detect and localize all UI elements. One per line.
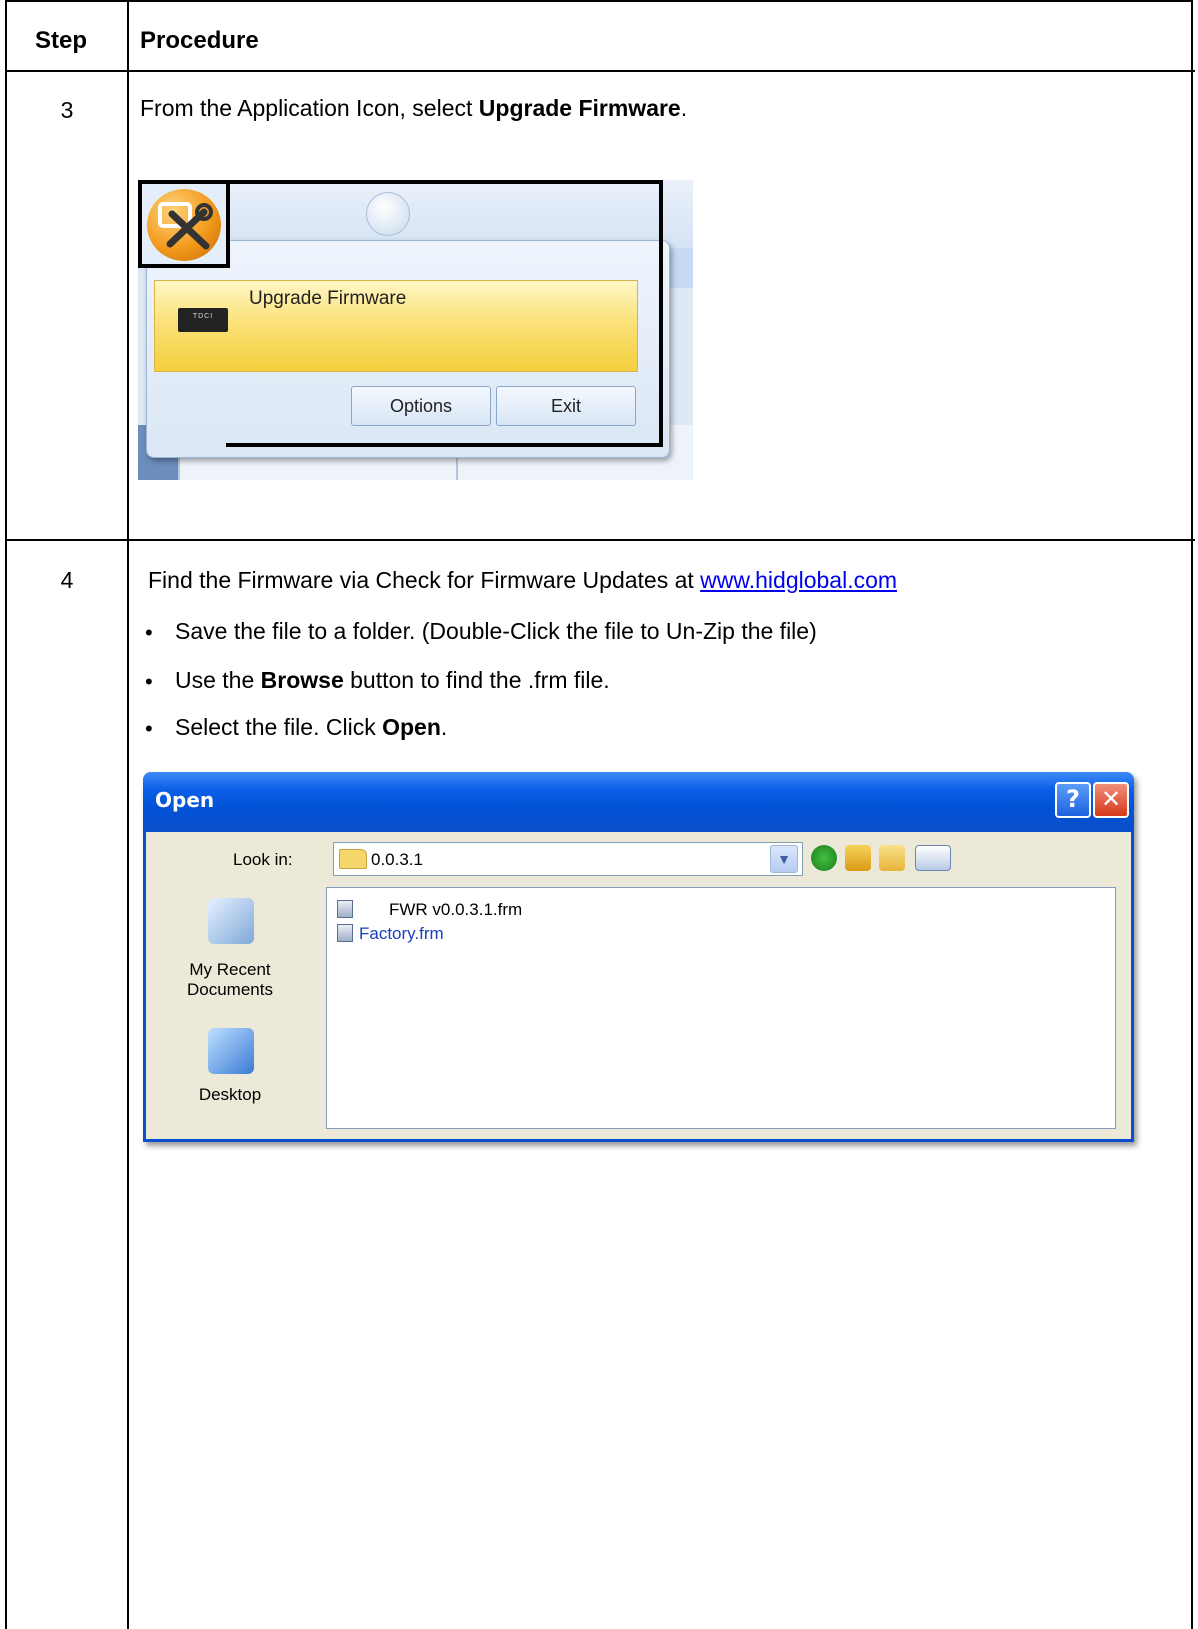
bullet-dot: • [145,716,153,741]
step4-bullet-3: Select the file. Click Open. [175,714,448,740]
step4-bullet-1: Save the file to a folder. (Double-Click… [175,618,817,644]
header-step: Step [35,27,88,54]
step3-instruction: From the Application Icon, select Upgrad… [140,95,688,121]
step-number-3: 3 [60,97,74,123]
highlight-outline [226,180,663,447]
bullet-dot: • [145,620,153,645]
step4-bullet-2: Use the Browse button to find the .frm f… [175,667,610,693]
tools-icon [158,202,213,250]
hidglobal-link[interactable]: www.hidglobal.com [700,567,897,593]
bullet-dot: • [145,669,153,694]
header-procedure: Procedure [140,27,259,54]
step-number-4: 4 [60,567,74,593]
step4-intro: Find the Firmware via Check for Firmware… [148,567,898,593]
application-menu-screenshot: TDCI Upgrade Firmware Options Exit [138,180,693,480]
firmware-chip-icon [178,308,228,332]
row-divider-header [7,70,1195,72]
firmware-chip-text: TDCI [192,313,214,320]
column-divider [127,2,129,1629]
row-divider-step3 [7,539,1195,541]
dialog-body-overlay [143,772,1134,1142]
application-icon-button[interactable] [138,180,230,268]
